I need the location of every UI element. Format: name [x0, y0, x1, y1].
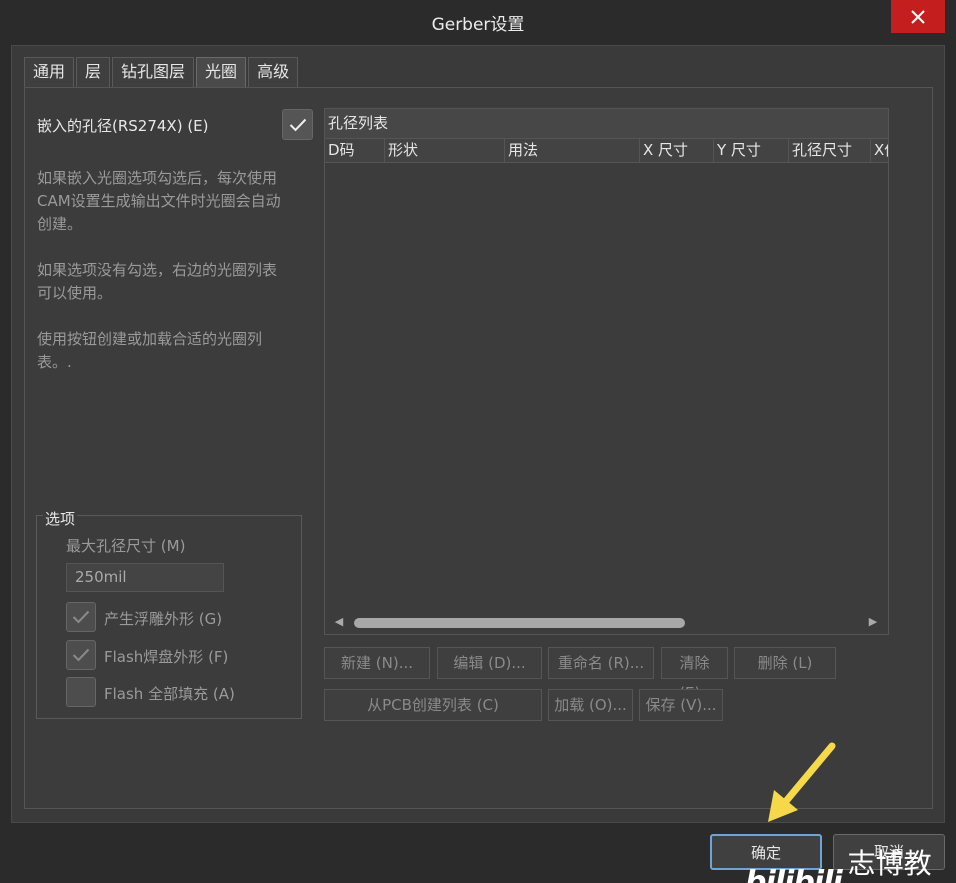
column-usage[interactable]: 用法 — [505, 139, 640, 162]
tab-apertures[interactable]: 光圈 — [196, 57, 247, 87]
description-text-1: 如果嵌入光圈选项勾选后，每次使用CAM设置生成输出文件时光圈会自动创建。 — [37, 169, 281, 233]
flash-pad-shapes-checkbox[interactable] — [66, 640, 96, 670]
delete-button[interactable]: 删除 (L) — [734, 647, 836, 679]
max-aperture-label: 最大孔径尺寸 (M) — [66, 537, 186, 555]
scroll-left-icon[interactable]: ◀ — [333, 615, 345, 629]
check-icon — [289, 118, 306, 131]
embed-apertures-label: 嵌入的孔径(RS274X) (E) — [37, 117, 209, 135]
aperture-list-title: 孔径列表 — [325, 109, 888, 138]
watermark-text: 志博教育 — [847, 847, 932, 880]
save-button[interactable]: 保存 (V)... — [639, 689, 723, 721]
title-bar: Gerber设置 — [0, 0, 956, 44]
check-icon — [72, 610, 90, 624]
create-from-pcb-button[interactable]: 从PCB创建列表 (C) — [324, 689, 542, 721]
rename-button[interactable]: 重命名 (R)... — [548, 647, 654, 679]
column-y-size[interactable]: Y 尺寸 — [714, 139, 789, 162]
column-x-size[interactable]: X 尺寸 — [640, 139, 714, 162]
new-button[interactable]: 新建 (N)... — [324, 647, 430, 679]
close-button[interactable] — [891, 0, 945, 33]
check-icon — [72, 648, 90, 662]
flash-all-fills-checkbox[interactable] — [66, 677, 96, 707]
column-dcode[interactable]: D码 — [325, 139, 385, 162]
load-button[interactable]: 加载 (O)... — [548, 689, 633, 721]
clear-button[interactable]: 清除 (E).. — [661, 647, 728, 702]
relief-shapes-label: 产生浮雕外形 (G) — [104, 610, 223, 628]
annotation-arrow-icon — [768, 742, 836, 822]
column-x-offset[interactable]: X偏 — [871, 139, 888, 162]
tab-general[interactable]: 通用 — [24, 57, 75, 87]
relief-shapes-checkbox[interactable] — [66, 602, 96, 632]
tab-advanced[interactable]: 高级 — [248, 57, 299, 87]
bilibili-logo: bilibili — [745, 864, 843, 883]
options-group-title: 选项 — [43, 508, 78, 529]
tab-drill-layers[interactable]: 钻孔图层 — [112, 57, 195, 87]
tab-layers[interactable]: 层 — [76, 57, 111, 87]
horizontal-scrollbar[interactable]: ◀ ▶ — [325, 609, 888, 634]
description-text-3: 使用按钮创建或加载合适的光圈列表。. — [37, 330, 263, 371]
scroll-right-icon[interactable]: ▶ — [867, 615, 879, 629]
close-icon — [911, 9, 925, 24]
description-text-2: 如果选项没有勾选，右边的光圈列表可以使用。 — [37, 261, 278, 302]
flash-pad-shapes-label: Flash焊盘外形 (F) — [104, 648, 229, 666]
aperture-list[interactable]: 孔径列表 D码 形状 用法 X 尺寸 Y 尺寸 孔径尺寸 X偏 ◀ ▶ — [324, 108, 889, 635]
flash-all-fills-label: Flash 全部填充 (A) — [104, 685, 235, 703]
window-title: Gerber设置 — [431, 15, 525, 35]
scroll-thumb[interactable] — [354, 618, 685, 628]
embed-apertures-checkbox[interactable] — [282, 109, 313, 140]
column-hole-size[interactable]: 孔径尺寸 — [789, 139, 871, 162]
tab-bar: 通用 层 钻孔图层 光圈 高级 — [24, 57, 300, 87]
watermark: bilibili 志博教育 — [745, 842, 956, 883]
edit-button[interactable]: 编辑 (D)... — [437, 647, 542, 679]
aperture-list-header: D码 形状 用法 X 尺寸 Y 尺寸 孔径尺寸 X偏 — [325, 138, 888, 163]
column-shape[interactable]: 形状 — [385, 139, 505, 162]
max-aperture-input[interactable]: 250mil — [66, 563, 224, 592]
